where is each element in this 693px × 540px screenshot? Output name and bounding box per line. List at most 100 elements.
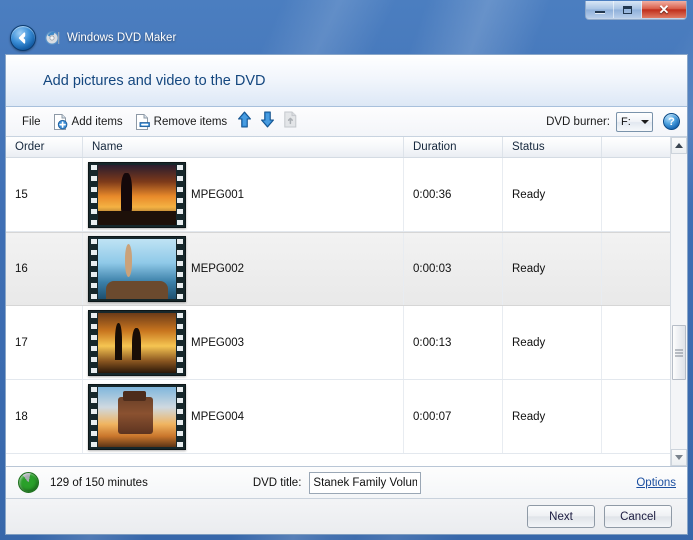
remove-items-button[interactable]: Remove items [129, 111, 234, 133]
minimize-icon [594, 11, 605, 13]
thumbnail [83, 309, 191, 376]
row-file-name: MPEG003 [191, 336, 245, 349]
options-link[interactable]: Options [636, 477, 676, 489]
thumbnail-image [98, 239, 176, 299]
next-button[interactable]: Next [527, 505, 595, 528]
row-status: Ready [503, 380, 602, 453]
maximize-button[interactable] [614, 1, 642, 18]
row-status: Ready [503, 306, 602, 379]
remove-items-icon [135, 113, 150, 130]
title-bar: ✕ [5, 0, 688, 22]
navigation-row: Windows DVD Maker [5, 22, 688, 54]
film-strip-frame [88, 161, 186, 228]
triangle-up-icon [675, 143, 683, 148]
row-blank [602, 158, 670, 231]
vertical-scrollbar[interactable] [670, 137, 687, 466]
row-name-cell: MPEG003 [83, 306, 404, 379]
preview-button[interactable] [279, 111, 302, 133]
client-area: Add pictures and video to the DVD File A… [5, 54, 688, 535]
row-duration: 0:00:03 [404, 233, 503, 305]
row-status: Ready [503, 158, 602, 231]
scroll-down-button[interactable] [671, 449, 687, 466]
row-blank [602, 380, 670, 453]
close-icon: ✕ [658, 2, 670, 17]
cancel-button[interactable]: Cancel [604, 505, 672, 528]
dvd-title-input[interactable] [309, 471, 422, 494]
column-header-order[interactable]: Order [6, 137, 83, 157]
dvd-burner-value: F: [621, 115, 631, 128]
add-items-icon [53, 113, 68, 130]
chevron-down-icon [641, 119, 649, 124]
add-items-button[interactable]: Add items [47, 111, 129, 133]
thumbnail [83, 236, 191, 302]
status-strip: 129 of 150 minutes DVD title: Options [6, 467, 687, 499]
thumbnail-image [98, 312, 176, 373]
scroll-up-button[interactable] [671, 137, 687, 154]
scrollbar-track[interactable] [671, 154, 687, 449]
row-name-cell: MPEG001 [83, 158, 404, 231]
page-heading-banner: Add pictures and video to the DVD [6, 55, 687, 107]
table-row[interactable]: 18 MPEG004 0:00:07 Ready [6, 380, 670, 454]
file-menu-label: File [22, 115, 41, 128]
row-file-name: MEPG002 [191, 263, 245, 275]
item-rows: 15 MPEG001 0:00:36 Ready 16 MEPG002 0:00… [6, 158, 670, 466]
row-order: 18 [6, 380, 83, 453]
row-blank [602, 306, 670, 379]
column-header-duration[interactable]: Duration [404, 137, 503, 157]
film-strip-frame [88, 236, 186, 302]
arrow-down-icon [260, 111, 275, 133]
arrow-up-icon [237, 111, 252, 133]
scrollbar-thumb[interactable] [672, 325, 686, 381]
row-duration: 0:00:13 [404, 306, 503, 379]
row-order: 16 [6, 233, 83, 305]
minimize-button[interactable] [586, 1, 614, 18]
maximize-icon [623, 5, 632, 14]
dvd-burner-label: DVD burner: [546, 115, 610, 128]
column-header-row: Order Name Duration Status [6, 137, 670, 158]
row-file-name: MPEG004 [191, 410, 245, 423]
file-menu-button[interactable]: File [16, 111, 47, 133]
column-header-status[interactable]: Status [503, 137, 602, 157]
move-up-button[interactable] [233, 111, 256, 133]
row-order: 17 [6, 306, 83, 379]
row-duration: 0:00:07 [404, 380, 503, 453]
dvd-burner-select[interactable]: F: [616, 111, 653, 132]
thumbnail-image [98, 386, 176, 447]
row-name-cell: MPEG004 [83, 380, 404, 453]
row-order: 15 [6, 158, 83, 231]
preview-disabled-icon [283, 111, 298, 133]
toolbar: File Add items Remove items DVD burner: … [6, 107, 687, 137]
column-header-name[interactable]: Name [83, 137, 404, 157]
back-button[interactable] [10, 25, 36, 51]
window-controls: ✕ [585, 1, 687, 20]
row-blank [602, 233, 670, 305]
thumbnail [83, 383, 191, 450]
table-row[interactable]: 15 MPEG001 0:00:36 Ready [6, 158, 670, 232]
capacity-text: 129 of 150 minutes [50, 476, 148, 489]
scrollbar-grip-icon [675, 349, 683, 357]
dvd-title-label: DVD title: [252, 476, 302, 489]
row-duration: 0:00:36 [404, 158, 503, 231]
table-row[interactable]: 17 MPEG003 0:00:13 Ready [6, 306, 670, 380]
row-file-name: MPEG001 [191, 188, 245, 201]
row-status: Ready [503, 233, 602, 305]
table-row[interactable]: 16 MEPG002 0:00:03 Ready [6, 232, 670, 306]
triangle-down-icon [675, 455, 683, 460]
application-window: ✕ Windows DVD Maker Add pictures and vid… [0, 0, 693, 540]
item-list-region: Order Name Duration Status 15 MPEG001 0:… [6, 137, 687, 467]
film-strip-frame [88, 383, 186, 450]
film-strip-frame [88, 309, 186, 376]
thumbnail-image [98, 164, 176, 225]
help-button[interactable]: ? [663, 113, 680, 130]
page-title: Add pictures and video to the DVD [43, 72, 266, 89]
move-down-button[interactable] [256, 111, 279, 133]
app-title: Windows DVD Maker [67, 32, 177, 44]
help-icon: ? [668, 115, 675, 128]
app-icon [45, 30, 61, 46]
row-name-cell: MEPG002 [83, 233, 404, 305]
column-header-blank[interactable] [602, 137, 670, 157]
close-button[interactable]: ✕ [642, 1, 686, 18]
remove-items-label: Remove items [153, 115, 228, 128]
back-arrow-icon [18, 32, 26, 44]
thumbnail [83, 161, 191, 228]
